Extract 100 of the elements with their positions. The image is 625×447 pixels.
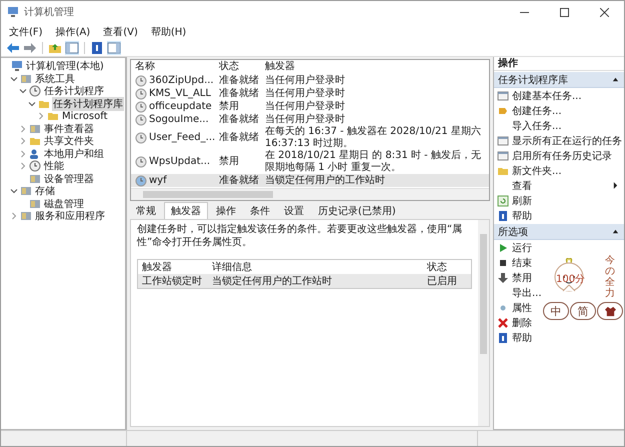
action-link[interactable]: 属性	[512, 300, 532, 314]
column-header[interactable]: 触发器	[265, 61, 489, 73]
tab[interactable]: 操作	[210, 203, 242, 219]
task-trigger: 当任何用户登录时	[265, 88, 346, 100]
trigger-row[interactable]: 工作站锁定时 当锁定任何用户的工作站时 已启用	[138, 274, 471, 288]
panel-icon[interactable]	[107, 41, 121, 55]
task-trigger: 在每天的 16:37 - 触发器在 2028/10/21 星期六 16:37:13 时过期。	[265, 126, 482, 150]
close-icon[interactable]	[600, 8, 608, 16]
column-header[interactable]: 触发器	[142, 260, 212, 274]
menu-item[interactable]: 查看(V)	[103, 24, 138, 38]
column-header[interactable]: 状态	[219, 61, 265, 73]
action-link[interactable]: 导入任务...	[512, 118, 562, 132]
column-header[interactable]: 详细信息	[212, 260, 427, 274]
tree-item[interactable]: 共享文件夹	[43, 134, 95, 148]
task-row[interactable]: KMS_VL_ALL 准备就绪 当任何用户登录时	[131, 87, 489, 100]
task-status: 准备就绪	[219, 88, 260, 100]
folder-up-icon[interactable]	[48, 41, 62, 55]
book-icon	[497, 332, 509, 344]
task-row[interactable]: wyf 准备就绪 当锁定任何用户的工作站时	[131, 174, 489, 187]
action-link[interactable]: 创建任务...	[512, 104, 562, 118]
tab[interactable]: 历史记录(已禁用)	[312, 203, 402, 219]
skin-button[interactable]	[597, 302, 623, 320]
tree-item[interactable]: 设备管理器	[43, 172, 95, 186]
tree-item[interactable]: 任务计划程序	[43, 84, 105, 98]
tree-item[interactable]: 系统工具	[34, 72, 76, 86]
tree-item[interactable]: 任务计划程序库	[52, 96, 124, 111]
tree-item[interactable]: 存储	[34, 184, 56, 198]
menu-item[interactable]: 操作(A)	[56, 24, 90, 38]
task-row[interactable]: officeupdate 禁用 当任何用户登录时	[131, 100, 489, 113]
tab[interactable]: 条件	[244, 203, 276, 219]
task-trigger: 当任何用户登录时	[265, 74, 346, 86]
tab[interactable]: 触发器	[164, 202, 208, 219]
help-icon[interactable]	[90, 41, 104, 55]
forward-arrow-icon[interactable]	[23, 41, 37, 55]
window-icon	[497, 134, 509, 146]
column-header[interactable]: 名称	[135, 61, 219, 73]
tree-item[interactable]: 计算机管理(本地)	[25, 59, 105, 74]
tab[interactable]: 设置	[278, 203, 310, 219]
action-link[interactable]: 禁用	[512, 270, 532, 284]
task-trigger: 当任何用户登录时	[265, 100, 346, 112]
chevron-icon[interactable]	[10, 74, 18, 83]
column-header[interactable]: 状态	[427, 260, 471, 274]
tool-icon	[29, 172, 41, 185]
task-name: wyf	[149, 174, 167, 186]
chevron-icon[interactable]	[28, 100, 36, 108]
ime-button[interactable]: 简	[570, 302, 596, 320]
mascot-slogan: 今の全力	[605, 255, 615, 299]
ime-button[interactable]: 中	[543, 302, 569, 320]
refresh-icon	[497, 194, 509, 206]
action-link[interactable]: 运行	[512, 240, 532, 254]
clock-icon	[135, 174, 147, 186]
tab[interactable]: 常规	[130, 203, 162, 219]
tree-item[interactable]: 事件查看器	[43, 122, 95, 136]
action-link[interactable]: 启用所有任务历史记录	[512, 148, 612, 162]
maximize-icon[interactable]	[560, 8, 568, 16]
window-icon	[497, 90, 509, 102]
back-arrow-icon[interactable]	[6, 41, 20, 55]
description-text: 创建任务时，可以指定触发该任务的条件。若要更改这些触发器，使用“属性”命令打开任务属性页。	[137, 223, 464, 249]
task-status: 准备就绪	[219, 132, 260, 144]
table-cell-text: 当锁定任何用户的工作站时	[212, 274, 333, 288]
window-title: 计算机管理	[24, 6, 74, 19]
tree-item[interactable]: 本地用户和组	[43, 146, 105, 161]
panel-icon[interactable]	[65, 41, 79, 55]
action-link[interactable]: 帮助	[512, 208, 532, 222]
action-link[interactable]: 新文件夹...	[512, 164, 562, 178]
task-status: 禁用	[219, 156, 240, 168]
section-header[interactable]: 所选项	[494, 224, 624, 240]
vertical-scrollbar[interactable]	[478, 220, 489, 426]
task-name: 360ZipUpd...	[149, 74, 214, 86]
task-row[interactable]: SogouIme... 准备就绪 当任何用户登录时	[131, 113, 489, 126]
action-link[interactable]: 结束	[512, 256, 532, 270]
tool-icon	[20, 185, 32, 198]
action-link[interactable]: 导出...	[512, 286, 542, 300]
tool-icon	[29, 122, 41, 135]
section-header[interactable]: 任务计划程序库	[494, 72, 624, 88]
tree-item[interactable]: 性能	[43, 159, 65, 174]
tree-item[interactable]: 服务和应用程序	[34, 209, 106, 224]
tree-item[interactable]: Microsoft	[61, 110, 109, 122]
menu-item[interactable]: 文件(F)	[9, 24, 43, 38]
action-link[interactable]: 帮助	[512, 330, 532, 344]
chevron-icon[interactable]	[19, 87, 27, 96]
chevron-icon[interactable]	[10, 187, 18, 196]
action-link[interactable]: 显示所有正在运行的任务	[512, 134, 622, 148]
action-link[interactable]: 刷新	[512, 194, 532, 208]
menu-item[interactable]: 帮助(H)	[150, 24, 186, 38]
collapse-icon	[612, 228, 619, 235]
task-name: User_Feed_...	[149, 132, 216, 144]
task-row[interactable]: 360ZipUpd... 准备就绪 当任何用户登录时	[131, 74, 489, 87]
action-link[interactable]: 删除	[512, 316, 532, 330]
clock-icon	[29, 160, 41, 172]
tree-item[interactable]: 磁盘管理	[43, 196, 85, 211]
clock-icon	[135, 156, 147, 168]
action-link[interactable]: 查看	[512, 178, 532, 192]
action-link[interactable]: 创建基本任务...	[512, 88, 582, 102]
collapse-icon	[612, 76, 619, 83]
horizontal-scrollbar[interactable]	[131, 188, 489, 200]
task-trigger: 在 2018/10/21 星期日 的 8:31 时 - 触发后，无限期地每隔 1 小时 重复一次。	[265, 150, 482, 174]
task-name: SogouIme...	[149, 114, 209, 126]
task-row[interactable]: User_Feed_... 准备就绪 在每天的 16:37 - 触发器在 2028/10/21 星期六 16:37:13 时过期。	[131, 126, 489, 150]
task-row[interactable]: WpsUpdat... 禁用 在 2018/10/21 星期日 的 8:31 时 - 触发后，无限期地每隔 1 小时 重复一次。	[131, 150, 489, 174]
